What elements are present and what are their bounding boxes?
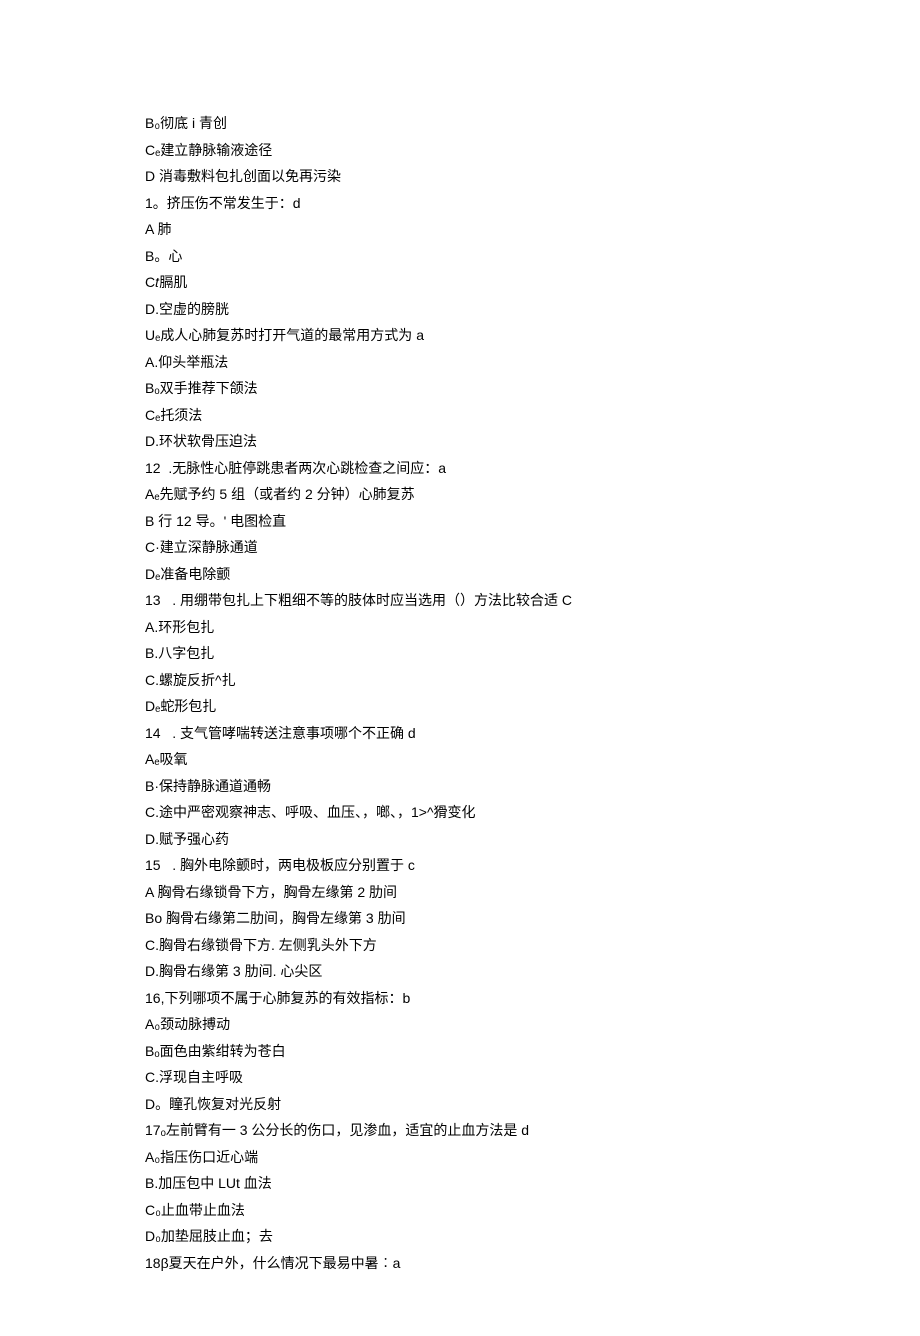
text-line: D.环状软骨压迫法 xyxy=(145,428,775,455)
text-line: D₀加垫屈肢止血；去 xyxy=(145,1223,775,1250)
text-line: 14 . 支气管哮喘转送注意事项哪个不正确 d xyxy=(145,720,775,747)
document-page: B₀彻底 i 青创 Cₑ建立静脉输液途径 D 消毒敷料包扎创面以免再污染 1。挤… xyxy=(0,0,920,1336)
text-line: Uₑ成人心肺复苏时打开气道的最常用方式为 a xyxy=(145,322,775,349)
text-line: A₀颈动脉搏动 xyxy=(145,1011,775,1038)
text-line: 18β夏天在户外，什么情况下最易中暑︰a xyxy=(145,1250,775,1277)
text-line: Cₑ托须法 xyxy=(145,402,775,429)
text-line: A 肺 xyxy=(145,216,775,243)
text-line: A.环形包扎 xyxy=(145,614,775,641)
text-line: C·建立深静脉通道 xyxy=(145,534,775,561)
text-line: C𝑡膈肌 xyxy=(145,269,775,296)
text-line: 13 . 用绷带包扎上下粗细不等的肢体时应当选用（）方法比较合适 C xyxy=(145,587,775,614)
text-line: 15 . 胸外电除颤时，两电极板应分别置于 c xyxy=(145,852,775,879)
text-line: C₀止血带止血法 xyxy=(145,1197,775,1224)
text-line: Dₑ准备电除颤 xyxy=(145,561,775,588)
text-line: A.仰头举瓶法 xyxy=(145,349,775,376)
text-line: B₀彻底 i 青创 xyxy=(145,110,775,137)
text-line: 12 .无脉性心脏停跳患者两次心跳检查之间应：a xyxy=(145,455,775,482)
text-line: Bₒ面色由紫绀转为苍白 xyxy=(145,1038,775,1065)
text-line: 16,下列哪项不属于心肺复苏的有效指标：b xyxy=(145,985,775,1012)
text-line: B。心 xyxy=(145,243,775,270)
text-line: B.加压包中 LUt 血法 xyxy=(145,1170,775,1197)
text-line: Dₑ蛇形包扎 xyxy=(145,693,775,720)
text-line: 17ₒ左前臂有一 3 公分长的伤口，见渗血，适宜的止血方法是 d xyxy=(145,1117,775,1144)
text-line: D 消毒敷料包扎创面以免再污染 xyxy=(145,163,775,190)
text-line: D.空虚的膀胱 xyxy=(145,296,775,323)
text-line: C.途中严密观察神志、呼吸、血压、，啷、，1>^猾变化 xyxy=(145,799,775,826)
text-line: B 行 12 导。' 电图检直 xyxy=(145,508,775,535)
text-line: A₀指压伤口近心端 xyxy=(145,1144,775,1171)
text-line: C.胸骨右缘锁骨下方. 左侧乳头外下方 xyxy=(145,932,775,959)
text-line: Aₑ先赋予约 5 组（或者约 2 分钟）心肺复苏 xyxy=(145,481,775,508)
text-line: D.胸骨右缘第 3 肋间. 心尖区 xyxy=(145,958,775,985)
text-line: 1。挤压伤不常发生于：d xyxy=(145,190,775,217)
text-line: Bₒ双手推荐下颌法 xyxy=(145,375,775,402)
text-line: D。瞳孔恢复对光反射 xyxy=(145,1091,775,1118)
text-line: Aₑ吸氧 xyxy=(145,746,775,773)
text-line: A 胸骨右缘锁骨下方，胸骨左缘第 2 肋间 xyxy=(145,879,775,906)
text-line: B.八字包扎 xyxy=(145,640,775,667)
text-line: B·保持静脉通道通畅 xyxy=(145,773,775,800)
text-line: Bo 胸骨右缘第二肋间，胸骨左缘第 3 肋间 xyxy=(145,905,775,932)
text-line: C.螺旋反折^扎 xyxy=(145,667,775,694)
text-line: D.赋予强心药 xyxy=(145,826,775,853)
text-line: Cₑ建立静脉输液途径 xyxy=(145,137,775,164)
text-line: C.浮现自主呼吸 xyxy=(145,1064,775,1091)
